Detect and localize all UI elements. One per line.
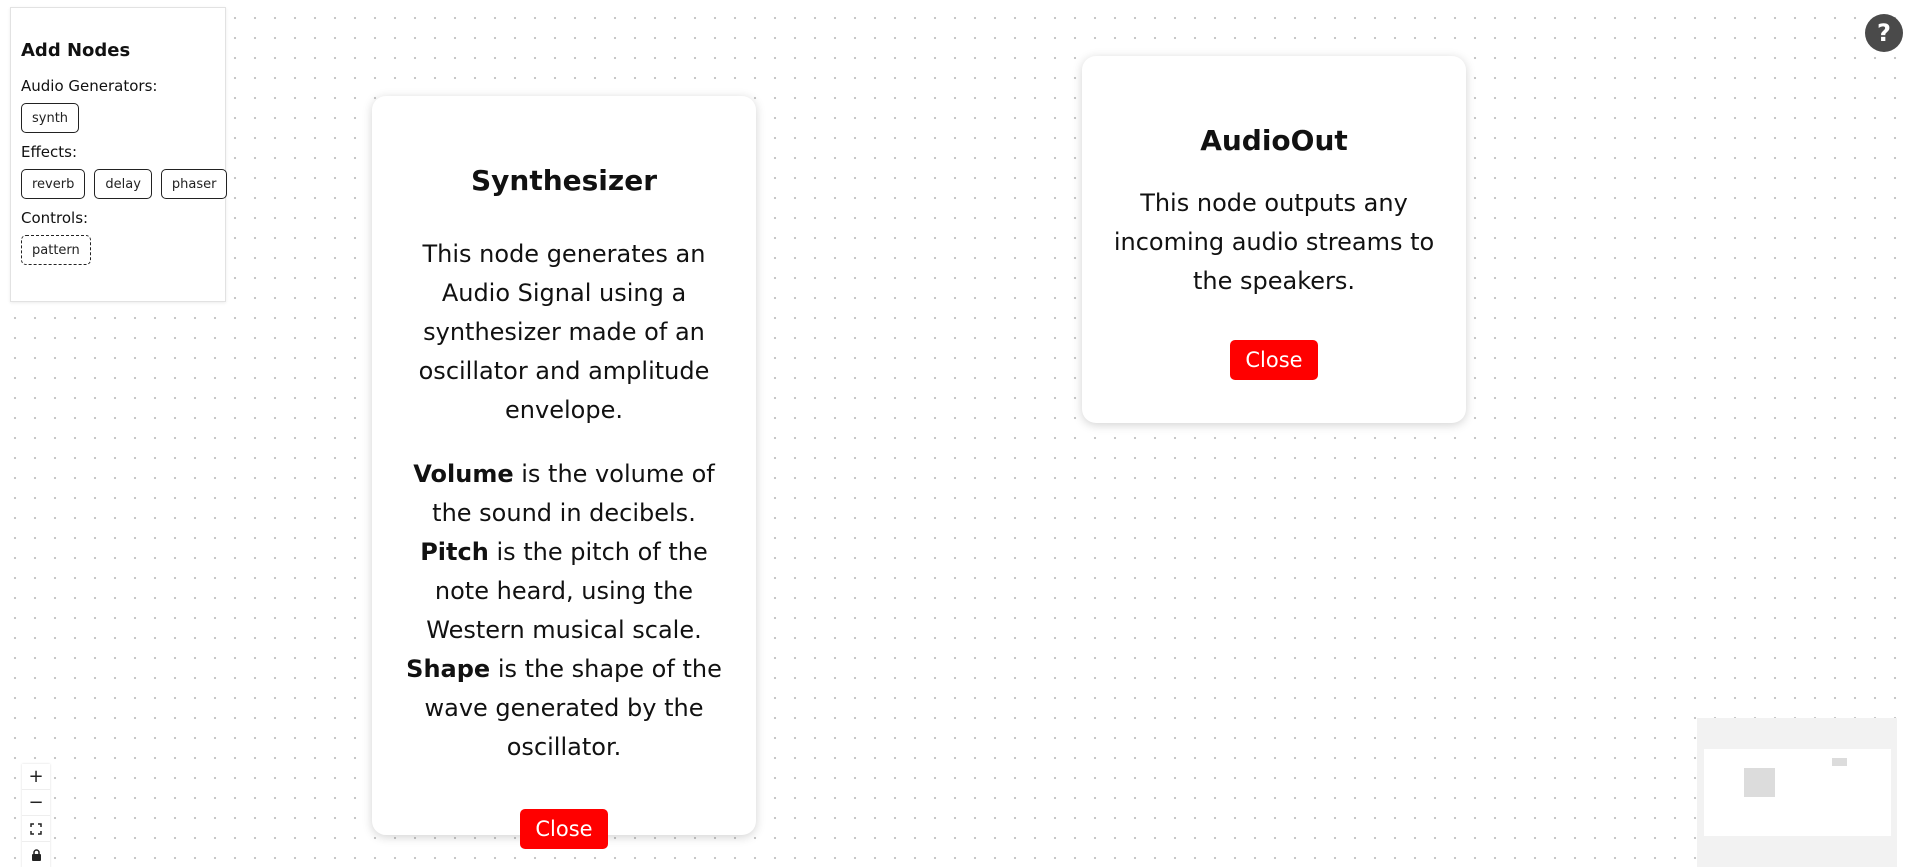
add-nodes-panel: Add Nodes Audio Generators: synth Effect…: [10, 7, 228, 302]
modal-title: Synthesizer: [470, 164, 658, 197]
add-reverb-button[interactable]: reverb: [21, 169, 86, 199]
close-button[interactable]: Close: [520, 809, 608, 849]
minimap[interactable]: [1697, 718, 1897, 867]
lock-button[interactable]: [22, 842, 50, 867]
modal-title: AudioOut: [1200, 124, 1348, 157]
minimap-node: [1744, 768, 1775, 797]
minus-icon: −: [28, 792, 44, 813]
generators-row: synth: [21, 103, 215, 133]
minimap-node: [1832, 758, 1847, 766]
close-button[interactable]: Close: [1230, 340, 1318, 380]
effects-row: reverb delay phaser: [21, 169, 228, 199]
plus-icon: +: [28, 766, 44, 787]
add-phaser-button[interactable]: phaser: [160, 169, 228, 199]
param-name-shape: Shape: [406, 655, 491, 683]
zoom-controls: + −: [22, 764, 50, 867]
modal-params-text: Volume is the volume of the sound in dec…: [402, 455, 726, 767]
section-label-audio-generators: Audio Generators:: [21, 77, 158, 95]
param-name-pitch: Pitch: [420, 538, 489, 566]
section-label-effects: Effects:: [21, 143, 78, 161]
add-delay-button[interactable]: delay: [94, 169, 152, 199]
fit-view-button[interactable]: [22, 816, 50, 842]
panel-title: Add Nodes: [21, 40, 131, 61]
modal-description: This node generates an Audio Signal usin…: [418, 240, 710, 424]
add-synth-button[interactable]: synth: [21, 103, 80, 133]
lock-icon: [31, 848, 41, 861]
param-name-volume: Volume: [413, 460, 514, 488]
modal-description: This node outputs any incoming audio str…: [1113, 189, 1435, 295]
zoom-out-button[interactable]: −: [22, 790, 50, 816]
fit-view-icon: [30, 822, 42, 835]
zoom-in-button[interactable]: +: [22, 764, 50, 790]
minimap-viewport: [1704, 749, 1891, 836]
section-label-controls: Controls:: [21, 209, 89, 227]
controls-row: pattern: [21, 235, 215, 265]
synthesizer-info-modal: Synthesizer This node generates an Audio…: [372, 96, 756, 849]
audioout-info-modal: AudioOut This node outputs any incoming …: [1082, 56, 1466, 423]
help-icon[interactable]: ?: [1865, 14, 1903, 52]
add-pattern-button[interactable]: pattern: [21, 235, 91, 265]
